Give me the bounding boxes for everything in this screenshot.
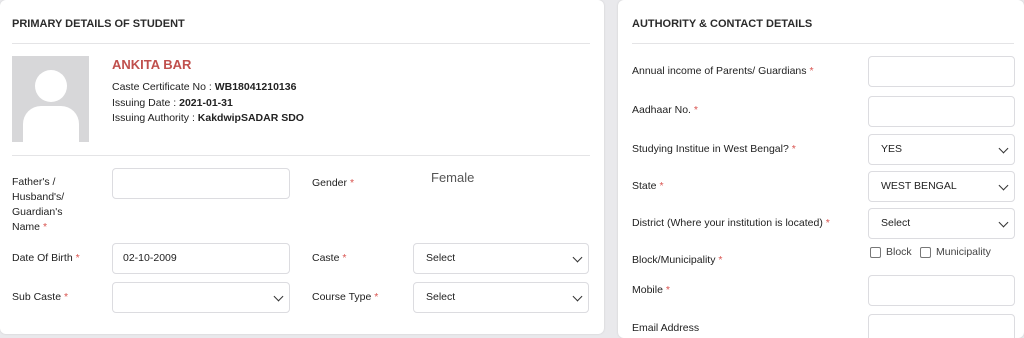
chevron-down-icon <box>572 252 583 263</box>
dob-label: Date Of Birth * <box>12 252 80 264</box>
district-label: District (Where your institution is loca… <box>632 217 830 229</box>
municipality-checkbox[interactable] <box>920 247 931 258</box>
email-input[interactable] <box>868 314 1015 338</box>
income-label: Annual income of Parents/ Guardians * <box>632 65 814 77</box>
studying-in-wb-label: Studying Institue in West Bengal? * <box>632 143 796 155</box>
issuing-authority-info: Issuing Authority : KakdwipSADAR SDO <box>112 112 304 124</box>
course-type-select[interactable]: Select <box>413 282 589 313</box>
caste-select[interactable]: Select <box>413 243 589 274</box>
state-select[interactable]: WEST BENGAL <box>868 171 1015 202</box>
caste-certificate-info: Caste Certificate No : WB18041210136 <box>112 81 297 93</box>
student-name: ANKITA BAR <box>112 57 192 72</box>
block-checkbox[interactable] <box>870 247 881 258</box>
aadhaar-label: Aadhaar No. * <box>632 104 698 116</box>
fathers-name-label: Father's / Husband's/ Guardian's Name * <box>12 176 65 233</box>
chevron-down-icon <box>273 291 284 302</box>
mobile-input[interactable] <box>868 275 1015 306</box>
mobile-label: Mobile * <box>632 284 670 296</box>
block-municipality-label: Block/Municipality * <box>632 254 723 266</box>
caste-label: Caste * <box>312 252 347 264</box>
authority-contact-panel: AUTHORITY & CONTACT DETAILS Annual incom… <box>618 0 1024 338</box>
block-option-label: Block <box>886 246 912 258</box>
municipality-option-label: Municipality <box>936 246 991 258</box>
sub-caste-label: Sub Caste * <box>12 291 69 303</box>
sub-caste-select[interactable] <box>112 282 290 313</box>
gender-label: Gender * <box>312 177 355 189</box>
primary-details-panel: PRIMARY DETAILS OF STUDENT ANKITA BAR Ca… <box>0 0 604 334</box>
authority-contact-title: AUTHORITY & CONTACT DETAILS <box>632 18 813 30</box>
user-silhouette-icon <box>12 56 89 142</box>
divider <box>12 155 590 156</box>
chevron-down-icon <box>998 217 1009 228</box>
studying-in-wb-select[interactable]: YES <box>868 134 1015 165</box>
email-label: Email Address <box>632 322 700 334</box>
district-select[interactable]: Select <box>868 208 1015 239</box>
divider <box>12 43 590 44</box>
divider <box>632 43 1014 44</box>
aadhaar-input[interactable] <box>868 96 1015 127</box>
chevron-down-icon <box>998 143 1009 154</box>
income-input[interactable] <box>868 56 1015 87</box>
fathers-name-input[interactable] <box>112 168 290 199</box>
course-type-label: Course Type * <box>312 291 379 303</box>
chevron-down-icon <box>998 180 1009 191</box>
state-label: State * <box>632 180 664 192</box>
gender-value: Female <box>431 170 475 185</box>
issuing-date-info: Issuing Date : 2021-01-31 <box>112 97 233 109</box>
primary-details-title: PRIMARY DETAILS OF STUDENT <box>12 18 185 30</box>
dob-input[interactable]: 02-10-2009 <box>112 243 290 274</box>
chevron-down-icon <box>572 291 583 302</box>
